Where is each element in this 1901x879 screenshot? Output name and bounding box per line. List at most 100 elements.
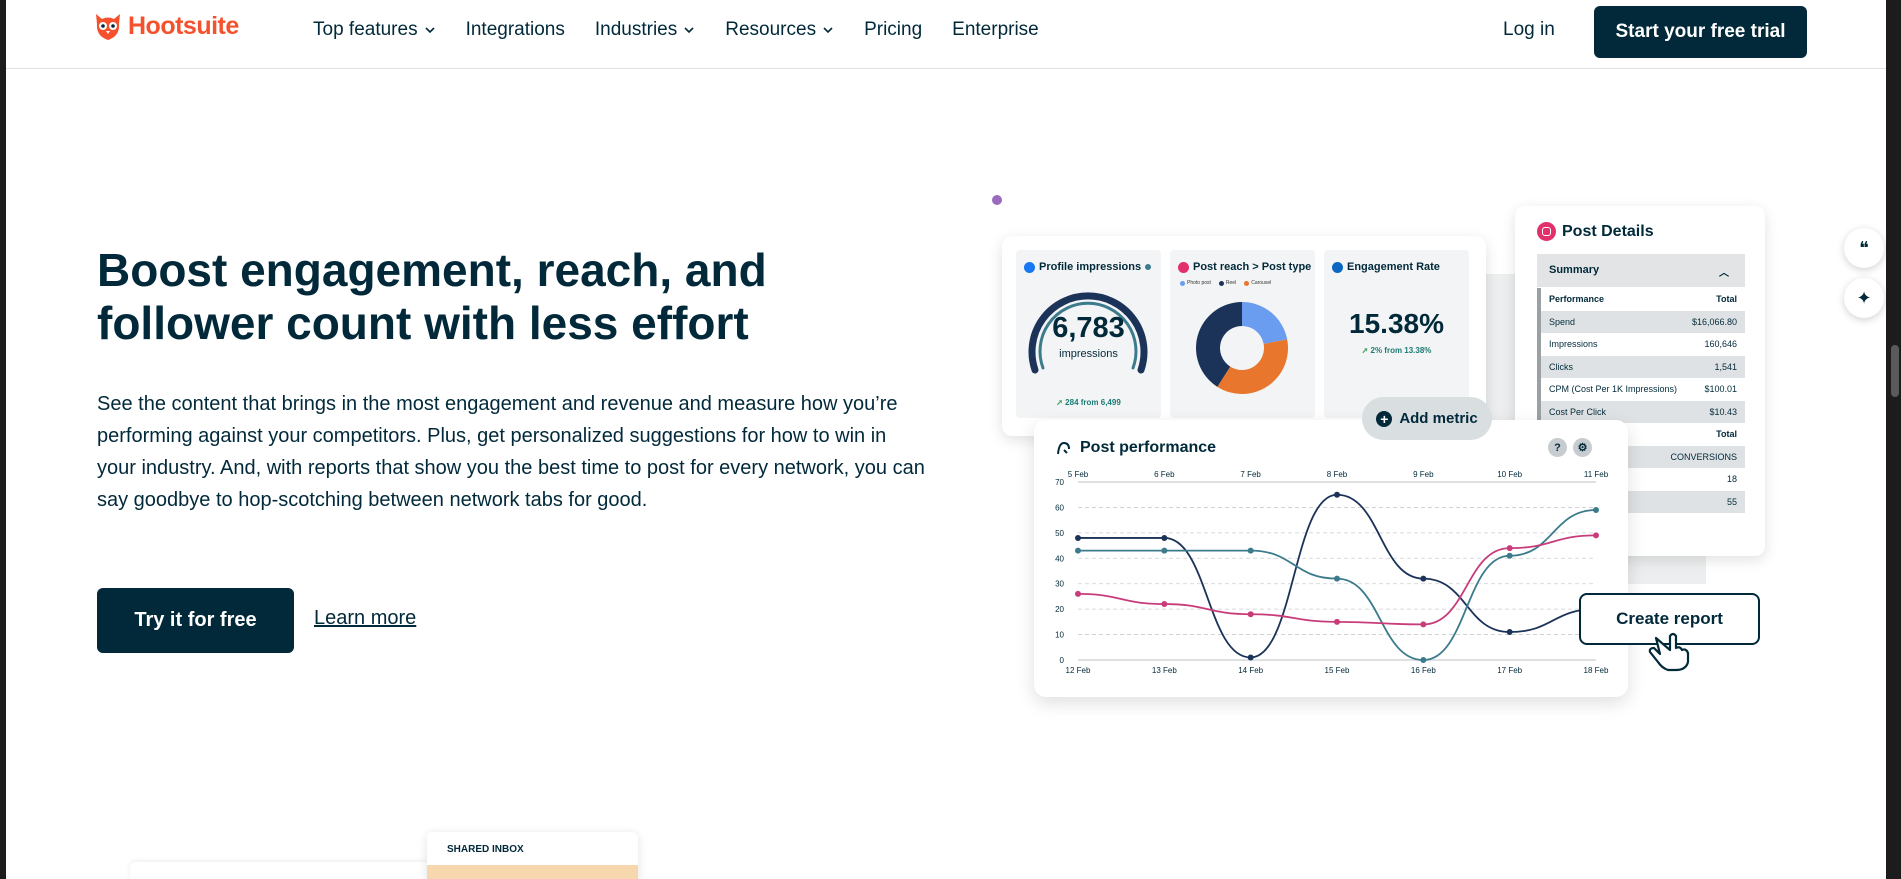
- data-point: [1075, 534, 1081, 541]
- nav-integrations[interactable]: Integrations: [466, 19, 565, 41]
- owl-icon: [96, 14, 120, 40]
- learn-more-link[interactable]: Learn more: [314, 607, 416, 630]
- brand-name: Hootsuite: [128, 11, 239, 40]
- data-point: [1334, 618, 1340, 625]
- post-reach-card: Post reach > Post type Photo post Reel C…: [1170, 250, 1315, 418]
- data-point: [1247, 611, 1254, 618]
- x-tick-label: 13 Feb: [1152, 666, 1177, 675]
- x-top-tick-label: 5 Feb: [1068, 470, 1089, 479]
- x-top-tick-label: 10 Feb: [1497, 470, 1522, 479]
- growth-text: 284 from 6,499: [1065, 398, 1121, 407]
- card-title-text: Engagement Rate: [1347, 261, 1440, 273]
- table-header: Performance Total: [1549, 294, 1737, 305]
- decorative-dot: [992, 195, 1002, 205]
- engagement-growth: ➚ 2% from 13.38%: [1324, 346, 1469, 355]
- hero-title-line: Boost engagement, reach, and: [97, 244, 767, 296]
- nav-pricing[interactable]: Pricing: [864, 19, 922, 41]
- data-point: [1506, 552, 1513, 559]
- x-top-tick-label: 7 Feb: [1240, 470, 1261, 479]
- data-point: [1593, 506, 1599, 513]
- nav-link-label: Top features: [313, 19, 418, 40]
- page: Hootsuite Top features Integrations Indu…: [6, 0, 1886, 879]
- data-point: [1506, 545, 1513, 552]
- table-row: Spend $16,066.80: [1541, 310, 1745, 333]
- y-tick-label: 70: [1055, 478, 1064, 487]
- nav-resources[interactable]: Resources: [725, 19, 834, 41]
- panel-title-text: Post Details: [1562, 222, 1654, 240]
- data-point: [1075, 547, 1081, 554]
- hootsuite-logo[interactable]: Hootsuite: [92, 10, 239, 42]
- pointer-hand-icon: [1648, 632, 1690, 672]
- scrollbar-thumb[interactable]: [1891, 345, 1899, 397]
- chart-legend: Photo post Reel Carousel: [1180, 280, 1271, 286]
- shared-inbox-label: SHARED INBOX: [447, 844, 524, 855]
- nav-enterprise[interactable]: Enterprise: [952, 19, 1039, 41]
- legend-item: Photo post: [1180, 280, 1211, 286]
- nav-link-label: Integrations: [465, 19, 565, 40]
- plus-icon: +: [1376, 410, 1393, 427]
- table-row: Impressions 160,646: [1549, 339, 1737, 350]
- facebook-icon: [1024, 261, 1035, 273]
- shared-inbox-card: SHARED INBOX: [427, 832, 638, 879]
- table-row: CPM (Cost Per 1K Impressions) $100.01: [1549, 384, 1737, 395]
- impressions-unit: impressions: [1059, 348, 1118, 360]
- legend-item: Reel: [1218, 280, 1236, 286]
- donut-slice: [1242, 302, 1288, 344]
- y-tick-label: 10: [1055, 631, 1064, 640]
- data-point: [1506, 629, 1513, 636]
- post-reach-donut: [1196, 302, 1288, 394]
- hero-title: Boost engagement, reach, and follower co…: [97, 244, 857, 350]
- login-link[interactable]: Log in: [1503, 19, 1555, 41]
- card-title: Profile impressions: [1024, 261, 1152, 273]
- data-point: [1247, 654, 1254, 661]
- y-tick-label: 20: [1055, 605, 1064, 614]
- x-top-tick-label: 9 Feb: [1413, 470, 1434, 479]
- x-tick-label: 12 Feb: [1066, 666, 1091, 675]
- card-title: Engagement Rate: [1332, 261, 1440, 273]
- table-row: Clicks 1,541: [1541, 355, 1745, 378]
- status-dot-icon: [1145, 264, 1152, 270]
- summary-accordion[interactable]: Summary ︿: [1537, 254, 1745, 287]
- next-section-card: [130, 862, 430, 879]
- y-tick-label: 30: [1055, 580, 1064, 589]
- quote-icon[interactable]: ❝: [1844, 228, 1884, 268]
- chevron-down-icon: [823, 27, 833, 34]
- chevron-up-icon: ︿: [1719, 268, 1729, 279]
- data-point: [1334, 575, 1340, 582]
- data-point: [1420, 621, 1427, 628]
- start-free-trial-button[interactable]: Start your free trial: [1594, 6, 1807, 58]
- linkedin-icon: [1332, 261, 1343, 273]
- summary-label: Summary: [1549, 264, 1600, 276]
- nav-link-label: Enterprise: [952, 19, 1039, 40]
- scrollbar[interactable]: [1886, 0, 1901, 879]
- chevron-down-icon: [684, 27, 694, 34]
- nav-links: Top features Integrations Industries Res…: [313, 19, 1069, 41]
- engagement-value: 15.38%: [1349, 308, 1444, 339]
- try-for-free-button[interactable]: Try it for free: [97, 588, 294, 653]
- data-point: [1420, 575, 1427, 582]
- post-performance-card: Post performance ? ⚙ 0 10 20 30 40 50 60 70 12 F…: [1034, 420, 1628, 697]
- nav-link-label: Industries: [594, 19, 678, 40]
- impressions-growth: ➚ 284 from 6,499: [1016, 398, 1161, 407]
- up-arrow-icon: ➚: [1361, 346, 1369, 355]
- hero-title-line: follower count with less effort: [97, 297, 749, 349]
- chevron-down-icon: [425, 27, 435, 34]
- nav-link-label: Pricing: [864, 19, 923, 40]
- growth-text: 2% from 13.38%: [1370, 346, 1432, 355]
- line-chart: 0 10 20 30 40 50 60 70 12 Feb 5 Feb 13 Feb 6 Feb 14 …: [1055, 470, 1609, 675]
- instagram-icon: [1537, 222, 1556, 241]
- data-point: [1161, 601, 1168, 608]
- post-details-title: Post Details: [1537, 222, 1654, 241]
- nav-industries[interactable]: Industries: [595, 19, 695, 41]
- data-point: [1075, 590, 1081, 597]
- card-title: Post reach > Post type: [1178, 261, 1311, 273]
- data-point: [1247, 547, 1254, 554]
- card-title-text: Profile impressions: [1039, 261, 1142, 273]
- x-tick-label: 15 Feb: [1325, 666, 1350, 675]
- add-metric-label: Add metric: [1399, 410, 1478, 427]
- nav-top-features[interactable]: Top features: [313, 19, 436, 41]
- x-tick-label: 16 Feb: [1411, 666, 1436, 675]
- add-metric-button[interactable]: + Add metric: [1362, 397, 1492, 440]
- instagram-icon: [1178, 261, 1189, 273]
- sparkle-icon[interactable]: ✦: [1844, 278, 1884, 318]
